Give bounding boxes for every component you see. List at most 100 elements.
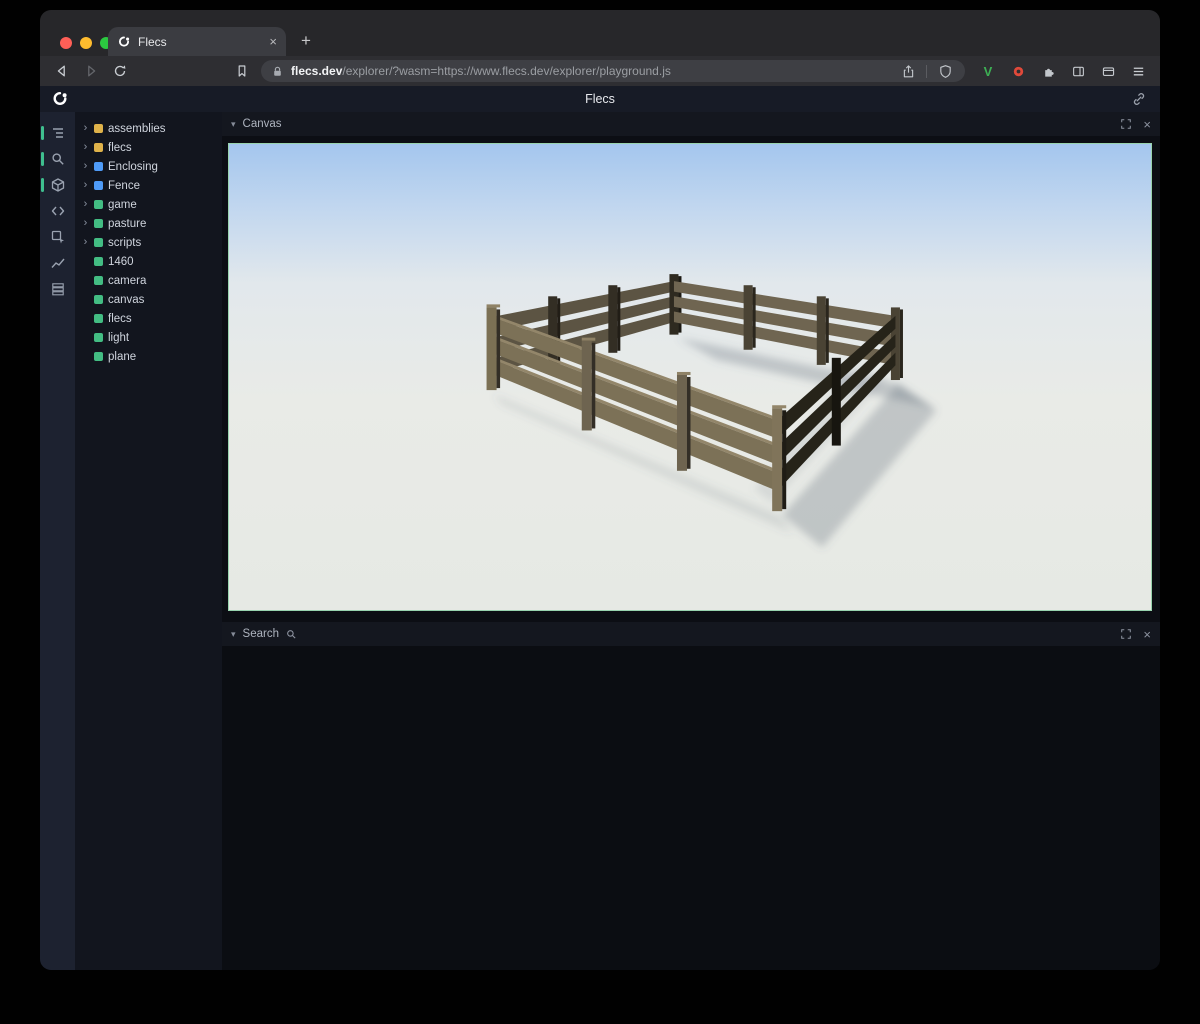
expand-arrow-icon[interactable]: › (82, 161, 89, 172)
tree-item-label: scripts (108, 237, 141, 249)
tree-item-label: pasture (108, 218, 146, 230)
canvas-panel-header: ▾ Canvas × (222, 112, 1160, 136)
code-icon (50, 203, 66, 219)
chevron-down-icon[interactable]: ▾ (231, 630, 236, 639)
extensions-cluster: V (978, 61, 1148, 81)
rail-memory-button[interactable] (40, 276, 75, 302)
fullscreen-icon[interactable] (1120, 118, 1132, 130)
canvas-panel-actions: × (1120, 118, 1151, 131)
tree-item-light[interactable]: › light (75, 328, 222, 347)
close-panel-icon[interactable]: × (1143, 628, 1151, 641)
search-panel-actions: × (1120, 628, 1151, 641)
expand-arrow-icon[interactable]: › (82, 237, 89, 248)
entity-assembly-icon (94, 162, 103, 171)
tree-item-label: 1460 (108, 256, 134, 268)
back-arrow-icon (54, 63, 70, 79)
new-tab-button[interactable]: + (294, 29, 318, 53)
expand-arrow-icon[interactable]: › (82, 218, 89, 229)
puzzle-icon (1041, 64, 1056, 79)
rail-entities-button[interactable] (40, 172, 75, 198)
wallet-button[interactable] (1098, 61, 1118, 81)
entity-module-icon (94, 143, 103, 152)
menu-button[interactable] (1128, 61, 1148, 81)
tree-item-label: plane (108, 351, 136, 363)
browser-tab[interactable]: Flecs × (108, 27, 286, 56)
tree-item-pasture[interactable]: › pasture (75, 214, 222, 233)
rail-inspect-button[interactable] (40, 224, 75, 250)
tree-item-fence[interactable]: › Fence (75, 176, 222, 195)
bookmark-button[interactable] (232, 61, 252, 81)
flecs-logo-icon (51, 90, 69, 108)
shield-button[interactable] (935, 61, 955, 81)
fullscreen-icon[interactable] (1120, 628, 1132, 640)
url-path: /explorer/?wasm=https://www.flecs.dev/ex… (342, 64, 670, 78)
tree-item-1460[interactable]: › 1460 (75, 252, 222, 271)
canvas-viewport[interactable] (228, 143, 1152, 611)
memory-icon (50, 281, 66, 297)
expand-arrow-icon[interactable]: › (82, 123, 89, 134)
rail-code-button[interactable] (40, 198, 75, 224)
tree-item-label: camera (108, 275, 146, 287)
browser-toolbar: flecs.dev/explorer/?wasm=https://www.fle… (40, 56, 1160, 86)
rail-search-button[interactable] (40, 146, 75, 172)
chevron-down-icon[interactable]: ▾ (231, 120, 236, 129)
entity-icon (94, 295, 103, 304)
toolbar-divider (926, 65, 927, 78)
expand-arrow-icon[interactable]: › (82, 142, 89, 153)
entity-icon (94, 276, 103, 285)
tree-item-game[interactable]: › game (75, 195, 222, 214)
v-extension-icon: V (984, 64, 993, 79)
bookmark-icon (234, 63, 250, 79)
canvas-panel-title: Canvas (243, 118, 282, 130)
tree-item-scripts[interactable]: › scripts (75, 233, 222, 252)
tree-item-camera[interactable]: › camera (75, 271, 222, 290)
tree-item-canvas[interactable]: › canvas (75, 290, 222, 309)
search-icon (50, 151, 66, 167)
forward-button[interactable] (81, 61, 101, 81)
minimize-window-button[interactable] (80, 37, 92, 49)
tree-item-flecs[interactable]: › flecs (75, 138, 222, 157)
reload-icon (112, 63, 128, 79)
entity-assembly-icon (94, 181, 103, 190)
list-tree-icon (50, 125, 66, 141)
app-title: Flecs (585, 92, 615, 106)
forward-arrow-icon (83, 63, 99, 79)
close-window-button[interactable] (60, 37, 72, 49)
tree-item-flecs-2[interactable]: › flecs (75, 309, 222, 328)
tree-item-label: flecs (108, 313, 132, 325)
entity-icon (94, 314, 103, 323)
tab-close-button[interactable]: × (269, 35, 277, 48)
entity-icon (94, 333, 103, 342)
tree-item-enclosing[interactable]: › Enclosing (75, 157, 222, 176)
share-button[interactable] (898, 61, 918, 81)
rail-outline-button[interactable] (40, 120, 75, 146)
permalink-button[interactable] (1131, 91, 1147, 107)
tab-title: Flecs (138, 35, 262, 49)
app-content: › assemblies › flecs › Enclosing › Fence… (40, 112, 1160, 970)
address-bar[interactable]: flecs.dev/explorer/?wasm=https://www.fle… (261, 60, 965, 82)
expand-arrow-icon[interactable]: › (82, 199, 89, 210)
lock-icon (271, 65, 284, 78)
entity-tree-panel: › assemblies › flecs › Enclosing › Fence… (75, 112, 222, 970)
back-button[interactable] (52, 61, 72, 81)
entity-icon (94, 219, 103, 228)
url-text: flecs.dev/explorer/?wasm=https://www.fle… (291, 64, 891, 78)
cursor-box-icon (50, 229, 66, 245)
browser-window: Flecs × + (40, 10, 1160, 970)
entity-module-icon (94, 124, 103, 133)
close-panel-icon[interactable]: × (1143, 118, 1151, 131)
entity-icon (94, 257, 103, 266)
extension-v-button[interactable]: V (978, 61, 998, 81)
sidebar-toggle-button[interactable] (1068, 61, 1088, 81)
reload-button[interactable] (110, 61, 130, 81)
extensions-puzzle-button[interactable] (1038, 61, 1058, 81)
tree-item-assemblies[interactable]: › assemblies (75, 119, 222, 138)
search-panel-header: ▾ Search × (222, 622, 1160, 646)
expand-arrow-icon[interactable]: › (82, 180, 89, 191)
url-host: flecs.dev (291, 64, 342, 78)
tree-item-plane[interactable]: › plane (75, 347, 222, 366)
rail-stats-button[interactable] (40, 250, 75, 276)
tree-item-label: light (108, 332, 129, 344)
tree-item-label: Enclosing (108, 161, 158, 173)
extension-red-button[interactable] (1008, 61, 1028, 81)
